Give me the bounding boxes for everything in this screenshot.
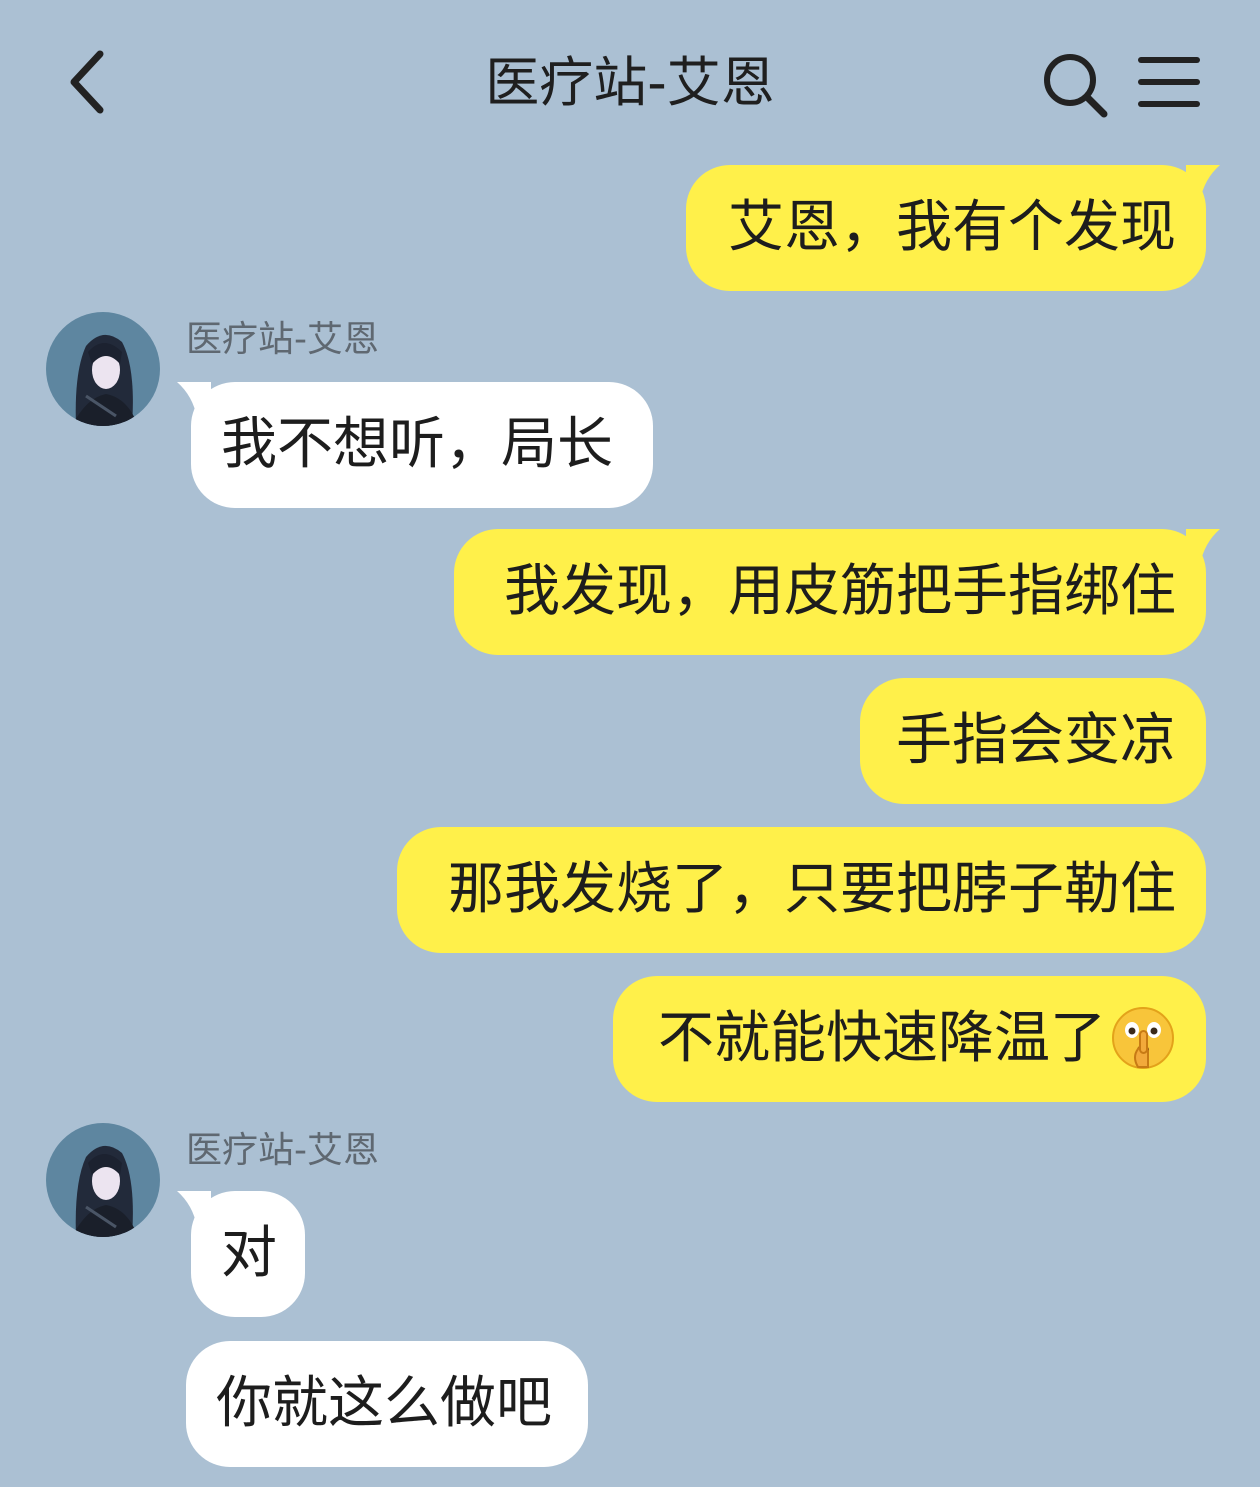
message-text: 手指会变凉 xyxy=(896,708,1176,773)
message-bubble-incoming[interactable]: 我不想听，局长 xyxy=(177,382,653,508)
message-text: 对 xyxy=(221,1221,277,1286)
bubble-tail xyxy=(1186,529,1220,565)
message-text: 不就能快速降温了 xyxy=(658,1006,1106,1071)
shushing-face-emoji xyxy=(1112,1006,1174,1069)
search-button[interactable] xyxy=(1040,50,1110,120)
message-bubble-outgoing[interactable]: 那我发烧了，只要把脖子勒住 xyxy=(397,827,1206,953)
sender-name: 医疗站-艾恩 xyxy=(186,319,379,360)
message-bubble-outgoing[interactable]: 我发现，用皮筋把手指绑住 xyxy=(454,529,1220,655)
bubble-tail xyxy=(1186,165,1220,201)
message-bubble-outgoing[interactable]: 手指会变凉 xyxy=(860,678,1206,804)
message-text: 你就这么做吧 xyxy=(216,1371,552,1436)
message-bubble-incoming[interactable]: 对 xyxy=(177,1191,305,1317)
message-text: 艾恩，我有个发现 xyxy=(728,195,1176,260)
sender-name: 医疗站-艾恩 xyxy=(186,1130,379,1171)
message-text: 我发现，用皮筋把手指绑住 xyxy=(504,559,1176,624)
avatar[interactable] xyxy=(46,1123,160,1237)
chat-header: 医疗站-艾恩 xyxy=(0,0,1260,160)
search-icon xyxy=(1044,54,1108,118)
message-bubble-outgoing[interactable]: 不就能快速降温了 xyxy=(613,976,1206,1102)
bubble-tail xyxy=(177,382,211,418)
message-bubble-incoming[interactable]: 你就这么做吧 xyxy=(186,1341,588,1467)
message-bubble-outgoing[interactable]: 艾恩，我有个发现 xyxy=(686,165,1220,291)
message-text: 我不想听，局长 xyxy=(221,412,613,477)
character-avatar-icon xyxy=(46,312,160,426)
bubble-tail xyxy=(177,1191,211,1227)
message-text: 那我发烧了，只要把脖子勒住 xyxy=(448,857,1176,922)
hamburger-menu-icon xyxy=(1138,57,1200,107)
menu-button[interactable] xyxy=(1136,52,1202,112)
avatar[interactable] xyxy=(46,312,160,426)
character-avatar-icon xyxy=(46,1123,160,1237)
